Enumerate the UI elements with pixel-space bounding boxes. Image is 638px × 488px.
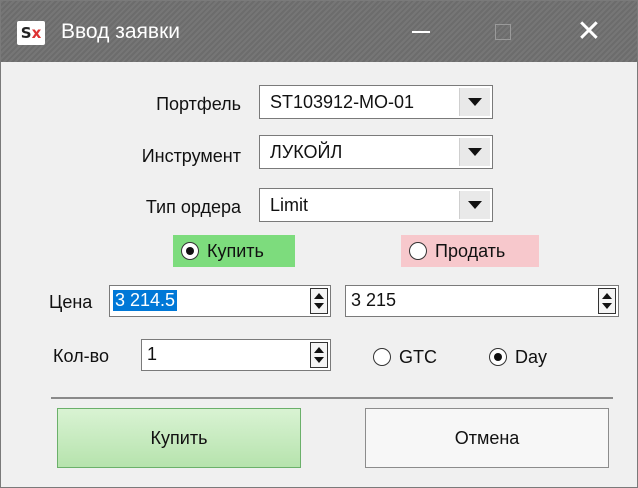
title-bar[interactable]: Sx Ввод заявки ✕: [1, 1, 637, 62]
order-entry-window: Sx Ввод заявки ✕ Портфель ST103912-MO-01…: [0, 0, 638, 488]
sell-radio-label: Продать: [435, 240, 506, 261]
app-logo-icon: Sx: [17, 21, 45, 45]
day-radio-label: Day: [515, 346, 548, 367]
arrow-up-icon: [602, 293, 612, 299]
price-label: Цена: [49, 292, 93, 312]
day-radio[interactable]: [489, 348, 507, 366]
day-radio-option[interactable]: Day: [489, 341, 547, 373]
price2-value: 3 215: [351, 290, 397, 310]
instrument-select[interactable]: ЛУКОЙЛ: [259, 135, 493, 169]
chevron-down-icon: [468, 201, 482, 209]
price2-spinner[interactable]: [598, 288, 616, 314]
submit-buy-button[interactable]: Купить: [57, 408, 301, 468]
sell-radio-option[interactable]: Продать: [401, 235, 539, 267]
price2-input[interactable]: 3 215: [345, 285, 619, 317]
quantity-spinner[interactable]: [310, 342, 328, 368]
sell-radio[interactable]: [409, 242, 427, 260]
price-spinner[interactable]: [310, 288, 328, 314]
buy-radio-option[interactable]: Купить: [173, 235, 295, 267]
arrow-up-icon: [314, 293, 324, 299]
gtc-radio[interactable]: [373, 348, 391, 366]
portfolio-value: ST103912-MO-01: [270, 92, 415, 112]
gtc-radio-label: GTC: [399, 346, 437, 367]
maximize-icon: [495, 23, 511, 40]
portfolio-select[interactable]: ST103912-MO-01: [259, 85, 493, 119]
arrow-down-icon: [602, 303, 612, 309]
arrow-up-icon: [314, 347, 324, 353]
quantity-input[interactable]: 1: [141, 339, 331, 371]
quantity-label: Кол-во: [53, 346, 109, 366]
minimize-button[interactable]: [381, 1, 461, 62]
arrow-down-icon: [314, 303, 324, 309]
gtc-radio-option[interactable]: GTC: [373, 341, 437, 373]
portfolio-dropdown-button[interactable]: [459, 88, 490, 116]
order-type-label: Тип ордера: [145, 197, 241, 217]
quantity-value: 1: [147, 344, 158, 364]
cancel-button[interactable]: Отмена: [365, 408, 609, 468]
order-type-value: Limit: [270, 195, 309, 215]
divider: [51, 397, 613, 399]
instrument-value: ЛУКОЙЛ: [270, 142, 343, 162]
close-button[interactable]: ✕: [549, 1, 629, 62]
price-value: 3 214.5: [113, 290, 178, 311]
instrument-dropdown-button[interactable]: [459, 138, 490, 166]
chevron-down-icon: [468, 98, 482, 106]
chevron-down-icon: [468, 148, 482, 156]
close-icon: ✕: [576, 13, 602, 49]
order-type-dropdown-button[interactable]: [459, 191, 490, 219]
arrow-down-icon: [314, 357, 324, 363]
buy-radio[interactable]: [181, 242, 199, 260]
price-input[interactable]: 3 214.5: [109, 285, 331, 317]
instrument-label: Инструмент: [141, 146, 241, 166]
order-type-select[interactable]: Limit: [259, 188, 493, 222]
maximize-button[interactable]: [463, 1, 543, 62]
minimize-icon: [412, 30, 430, 33]
buy-radio-label: Купить: [207, 240, 264, 261]
window-title: Ввод заявки: [61, 20, 180, 43]
portfolio-label: Портфель: [156, 94, 241, 114]
